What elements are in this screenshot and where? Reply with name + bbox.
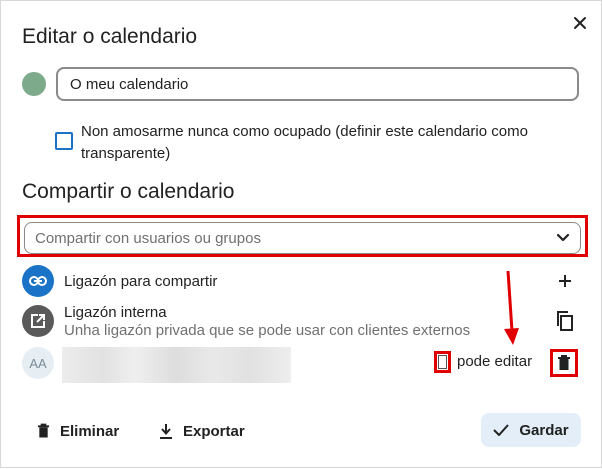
export-label: Exportar — [183, 422, 245, 440]
annotation-highlight-can-edit — [434, 351, 451, 373]
transparent-checkbox[interactable] — [55, 132, 73, 150]
edit-calendar-dialog: Editar o calendario Non amosarme nunca c… — [0, 0, 602, 468]
share-link-label: Ligazón para compartir — [64, 273, 218, 290]
dialog-title: Editar o calendario — [22, 25, 198, 48]
download-icon — [160, 424, 172, 439]
annotation-highlight-trash — [550, 349, 578, 377]
copy-icon — [557, 311, 573, 331]
transparent-checkbox-label: Non amosarme nunca como ocupado (definir… — [81, 123, 528, 162]
copy-internal-link-button[interactable] — [551, 307, 579, 335]
plus-icon — [559, 275, 571, 287]
trash-icon — [37, 423, 50, 438]
calendar-color-picker[interactable] — [22, 72, 46, 96]
calendar-name-input[interactable] — [56, 67, 579, 101]
export-calendar-button[interactable]: Exportar — [153, 414, 251, 448]
avatar: AA — [22, 347, 54, 379]
internal-link-label: Ligazón interna — [64, 304, 167, 321]
delete-label: Eliminar — [60, 422, 120, 440]
share-section-title: Compartir o calendario — [22, 180, 235, 203]
add-share-link-button[interactable] — [551, 267, 579, 295]
delete-calendar-button[interactable]: Eliminar — [31, 414, 125, 448]
annotation-highlight-share-search — [17, 215, 588, 257]
link-icon — [29, 276, 47, 286]
checkmark-icon — [493, 424, 510, 436]
internal-link-icon-badge — [22, 305, 54, 337]
close-icon — [574, 17, 586, 29]
redacted-sharee-name — [62, 347, 291, 383]
share-link-icon-badge — [22, 265, 54, 297]
external-link-icon — [31, 314, 45, 328]
can-edit-label: pode editar — [457, 353, 533, 370]
close-button[interactable] — [566, 9, 594, 37]
internal-link-description: Unha ligazón privada que se pode usar co… — [64, 322, 471, 339]
save-button[interactable]: Gardar — [481, 413, 581, 447]
save-label: Gardar — [519, 421, 569, 439]
